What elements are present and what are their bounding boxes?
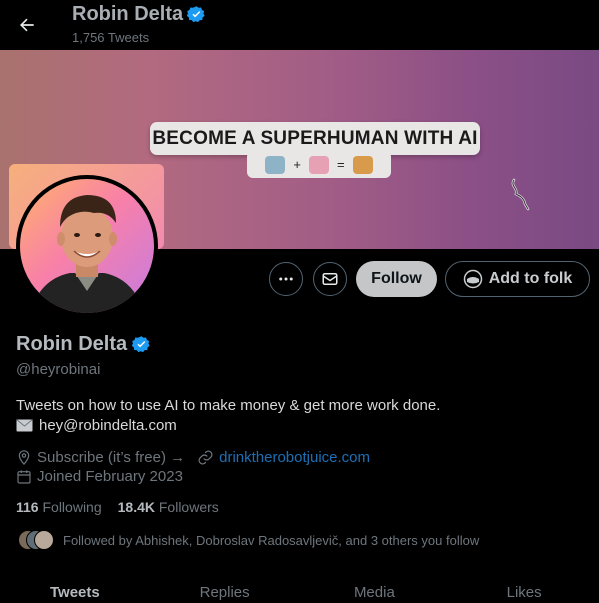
superhero-emoji-icon [352,155,373,174]
profile-name: Robin Delta [16,333,151,356]
profile-handle: @heyrobinai [16,361,101,378]
add-to-folk-label: Add to folk [488,270,573,287]
header-name-text: Robin Delta [72,3,184,25]
follower-avatars [18,530,54,550]
follow-button[interactable]: Follow [356,261,437,297]
joined-text: Joined February 2023 [37,468,183,485]
following-label: Following [42,499,102,515]
followed-by[interactable]: Followed by Abhishek, Dobroslav Radosavl… [18,530,479,550]
tweet-count: 1,756 Tweets [72,30,150,45]
tab-likes[interactable]: Likes [449,578,599,603]
followers-label: Followers [158,499,219,515]
profile-tabs: Tweets Replies Media Likes [0,578,599,603]
more-icon [279,277,293,281]
header-name: Robin Delta [72,3,206,26]
follow-counts: 116 Following 18.4K Followers [16,499,219,515]
joined-date: Joined February 2023 [16,468,183,485]
tab-replies[interactable]: Replies [150,578,300,603]
add-to-folk-button[interactable]: Add to folk [445,261,590,297]
robot-emoji-icon [265,155,286,174]
website-item[interactable]: drinktherobotjuice.com [197,449,370,466]
profile-email-text: hey@robindelta.com [39,417,177,434]
profile-bio: Tweets on how to use AI to make money & … [16,397,441,414]
formula-equals: = [337,157,345,172]
subscribe-item[interactable]: Subscribe (it’s free) → [16,449,185,466]
location-icon [18,450,30,466]
tab-media[interactable]: Media [300,578,450,603]
verified-badge-icon [187,5,206,24]
profile-email: hey@robindelta.com [16,417,177,434]
website-link[interactable]: drinktherobotjuice.com [219,449,370,466]
verified-badge-icon[interactable] [132,335,151,354]
more-button[interactable] [269,262,303,296]
banner-formula: + = [247,151,391,178]
link-icon [198,450,213,465]
cursor-doodle-icon [511,178,530,211]
followers-link[interactable]: 18.4K Followers [118,499,219,515]
calendar-icon [17,469,31,484]
folk-icon [463,269,482,289]
profile-meta: Subscribe (it’s free) → drinktherobotjui… [16,449,370,466]
top-bar: Robin Delta 1,756 Tweets [0,0,599,50]
brain-emoji-icon [309,155,329,174]
tab-tweets[interactable]: Tweets [0,578,150,603]
profile-name-text: Robin Delta [16,333,128,355]
following-count: 116 [16,499,39,515]
follower-avatar [34,530,54,550]
followed-by-text: Followed by Abhishek, Dobroslav Radosavl… [63,532,480,548]
envelope-emoji-icon [16,419,33,432]
profile-actions: Follow Add to folk [0,261,599,297]
subscribe-text: Subscribe (it’s free) → [37,449,186,466]
message-button[interactable] [313,262,347,296]
mail-icon [322,273,338,285]
formula-plus: + [293,157,301,172]
following-link[interactable]: 116 Following [16,499,102,515]
followers-count: 18.4K [117,499,155,515]
back-arrow-icon[interactable] [12,10,42,40]
